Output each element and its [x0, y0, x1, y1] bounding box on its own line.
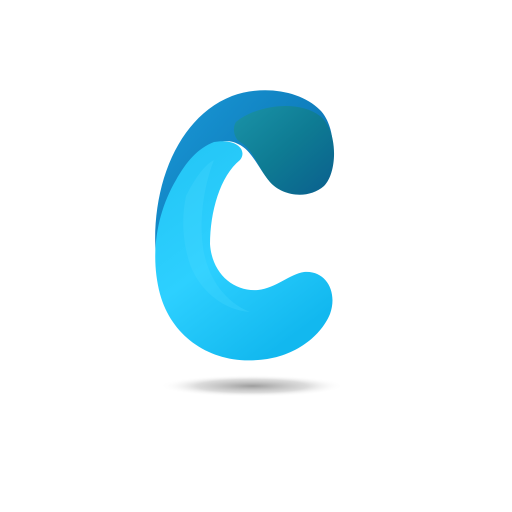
logo-canvas	[0, 0, 512, 512]
c-logo-icon	[155, 90, 344, 397]
logo-shadow	[160, 375, 344, 397]
